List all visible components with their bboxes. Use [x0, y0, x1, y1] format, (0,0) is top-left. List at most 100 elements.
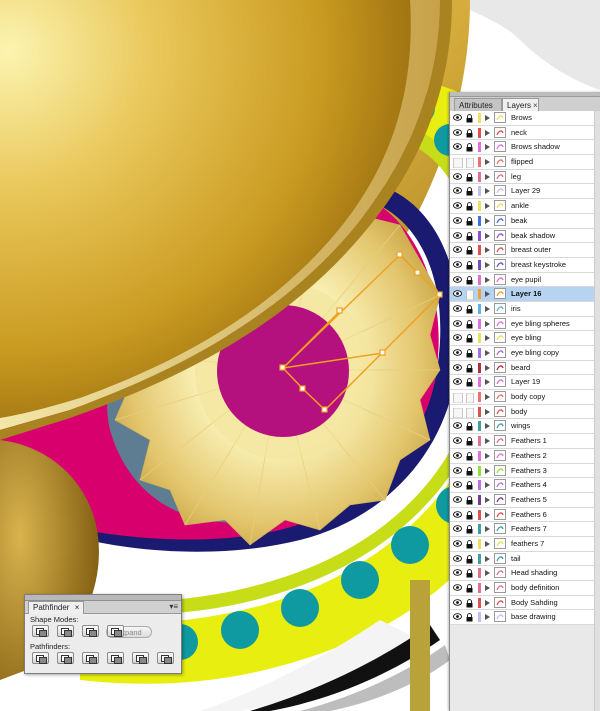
expand-triangle-icon[interactable] — [485, 217, 490, 224]
lock-icon[interactable] — [466, 143, 473, 152]
lock-icon[interactable] — [466, 437, 473, 446]
unite-icon[interactable] — [32, 625, 49, 637]
lock-toggle-empty[interactable] — [466, 392, 474, 404]
eye-icon[interactable] — [453, 261, 462, 268]
lock-icon[interactable] — [466, 554, 473, 564]
expand-triangle-icon[interactable] — [485, 364, 490, 371]
expand-triangle-icon[interactable] — [485, 423, 490, 430]
intersect-icon[interactable] — [82, 625, 99, 637]
tab-layers[interactable]: Layers × — [502, 98, 539, 112]
lock-icon[interactable] — [466, 422, 473, 431]
lock-icon[interactable] — [466, 305, 473, 314]
eye-icon[interactable] — [453, 598, 462, 606]
eye-icon[interactable] — [453, 363, 462, 371]
lock-toggle-empty[interactable] — [466, 289, 474, 301]
lock-icon[interactable] — [466, 319, 473, 329]
crop-icon[interactable] — [107, 652, 124, 664]
layer-row[interactable]: eye bling spheres — [450, 316, 600, 332]
layer-row[interactable]: Brows — [450, 111, 600, 126]
panel-menu-icon[interactable]: ▾≡ — [169, 602, 178, 611]
lock-toggle-empty[interactable] — [466, 407, 474, 419]
outline-icon[interactable] — [132, 652, 149, 664]
layer-row[interactable]: beard — [450, 360, 600, 376]
expand-triangle-icon[interactable] — [485, 467, 490, 474]
layer-row[interactable]: Feathers 1 — [450, 434, 600, 449]
expand-triangle-icon[interactable] — [485, 585, 490, 591]
layer-row[interactable]: Layer 16 — [450, 287, 600, 302]
expand-triangle-icon[interactable] — [485, 335, 490, 342]
lock-toggle-empty[interactable] — [466, 157, 474, 169]
eye-icon[interactable] — [453, 422, 462, 430]
eye-icon[interactable] — [453, 510, 462, 518]
lock-icon[interactable] — [466, 231, 473, 240]
lock-icon[interactable] — [466, 216, 473, 226]
expand-triangle-icon[interactable] — [485, 291, 490, 298]
eye-icon[interactable] — [453, 349, 462, 356]
expand-triangle-icon[interactable] — [485, 526, 490, 533]
expand-triangle-icon[interactable] — [485, 144, 490, 151]
layer-row[interactable]: Feathers 5 — [450, 492, 600, 508]
layer-row[interactable]: eye bling — [450, 331, 600, 346]
eye-icon[interactable] — [453, 114, 462, 121]
eye-icon[interactable] — [453, 173, 462, 180]
layer-row[interactable]: beak — [450, 213, 600, 229]
eye-icon[interactable] — [453, 525, 462, 532]
lock-icon[interactable] — [466, 525, 473, 534]
eye-icon[interactable] — [453, 496, 462, 503]
pathfinder-panel[interactable]: Pathfinder × ▾≡ Shape Modes: Expand Path… — [24, 594, 182, 674]
lock-icon[interactable] — [466, 540, 473, 549]
layer-row[interactable]: body — [450, 404, 600, 420]
expand-triangle-icon[interactable] — [485, 159, 490, 166]
eye-icon[interactable] — [453, 246, 462, 253]
eye-icon[interactable] — [453, 569, 462, 577]
layer-row[interactable]: iris — [450, 301, 600, 317]
eye-icon[interactable] — [453, 584, 462, 591]
expand-triangle-icon[interactable] — [485, 261, 490, 268]
lock-icon[interactable] — [466, 451, 473, 461]
layer-row[interactable]: Brows shadow — [450, 140, 600, 156]
eye-icon[interactable] — [453, 217, 462, 224]
expand-triangle-icon[interactable] — [485, 496, 490, 503]
eye-icon[interactable] — [453, 275, 462, 283]
eye-icon[interactable] — [453, 187, 462, 195]
expand-triangle-icon[interactable] — [485, 438, 490, 445]
layers-scrollbar[interactable] — [594, 111, 600, 711]
expand-triangle-icon[interactable] — [485, 379, 490, 386]
divide-icon[interactable] — [32, 652, 49, 664]
layer-row[interactable]: body definition — [450, 581, 600, 596]
layer-row[interactable]: feathers 7 — [450, 536, 600, 552]
close-icon[interactable]: × — [533, 101, 538, 110]
layer-row[interactable]: Feathers 7 — [450, 522, 600, 537]
expand-triangle-icon[interactable] — [485, 511, 490, 518]
expand-triangle-icon[interactable] — [485, 173, 490, 180]
expand-triangle-icon[interactable] — [485, 570, 490, 577]
lock-icon[interactable] — [466, 496, 473, 505]
expand-triangle-icon[interactable] — [485, 394, 490, 401]
expand-triangle-icon[interactable] — [485, 115, 490, 121]
eye-icon[interactable] — [453, 231, 462, 239]
layer-row[interactable]: wings — [450, 419, 600, 435]
layer-row[interactable]: beak shadow — [450, 228, 600, 244]
lock-icon[interactable] — [466, 246, 473, 255]
lock-icon[interactable] — [466, 363, 473, 373]
expand-triangle-icon[interactable] — [485, 540, 490, 547]
close-icon[interactable]: × — [75, 603, 80, 612]
eye-icon[interactable] — [453, 554, 462, 562]
expand-triangle-icon[interactable] — [485, 482, 490, 489]
expand-triangle-icon[interactable] — [485, 305, 490, 312]
lock-icon[interactable] — [466, 334, 473, 343]
expand-triangle-icon[interactable] — [485, 129, 490, 136]
expand-triangle-icon[interactable] — [485, 232, 490, 239]
eye-icon[interactable] — [453, 378, 462, 386]
tab-pathfinder[interactable]: Pathfinder × — [28, 601, 85, 614]
layer-row[interactable]: ankle — [450, 199, 600, 214]
lock-icon[interactable] — [466, 172, 473, 182]
lock-icon[interactable] — [466, 114, 473, 123]
eye-icon[interactable] — [453, 540, 462, 547]
layer-row[interactable]: neck — [450, 125, 600, 141]
expand-triangle-icon[interactable] — [485, 555, 490, 562]
eye-icon[interactable] — [453, 437, 462, 444]
eye-icon[interactable] — [453, 319, 462, 327]
expand-triangle-icon[interactable] — [485, 203, 490, 210]
visibility-toggle-empty[interactable] — [453, 407, 463, 419]
